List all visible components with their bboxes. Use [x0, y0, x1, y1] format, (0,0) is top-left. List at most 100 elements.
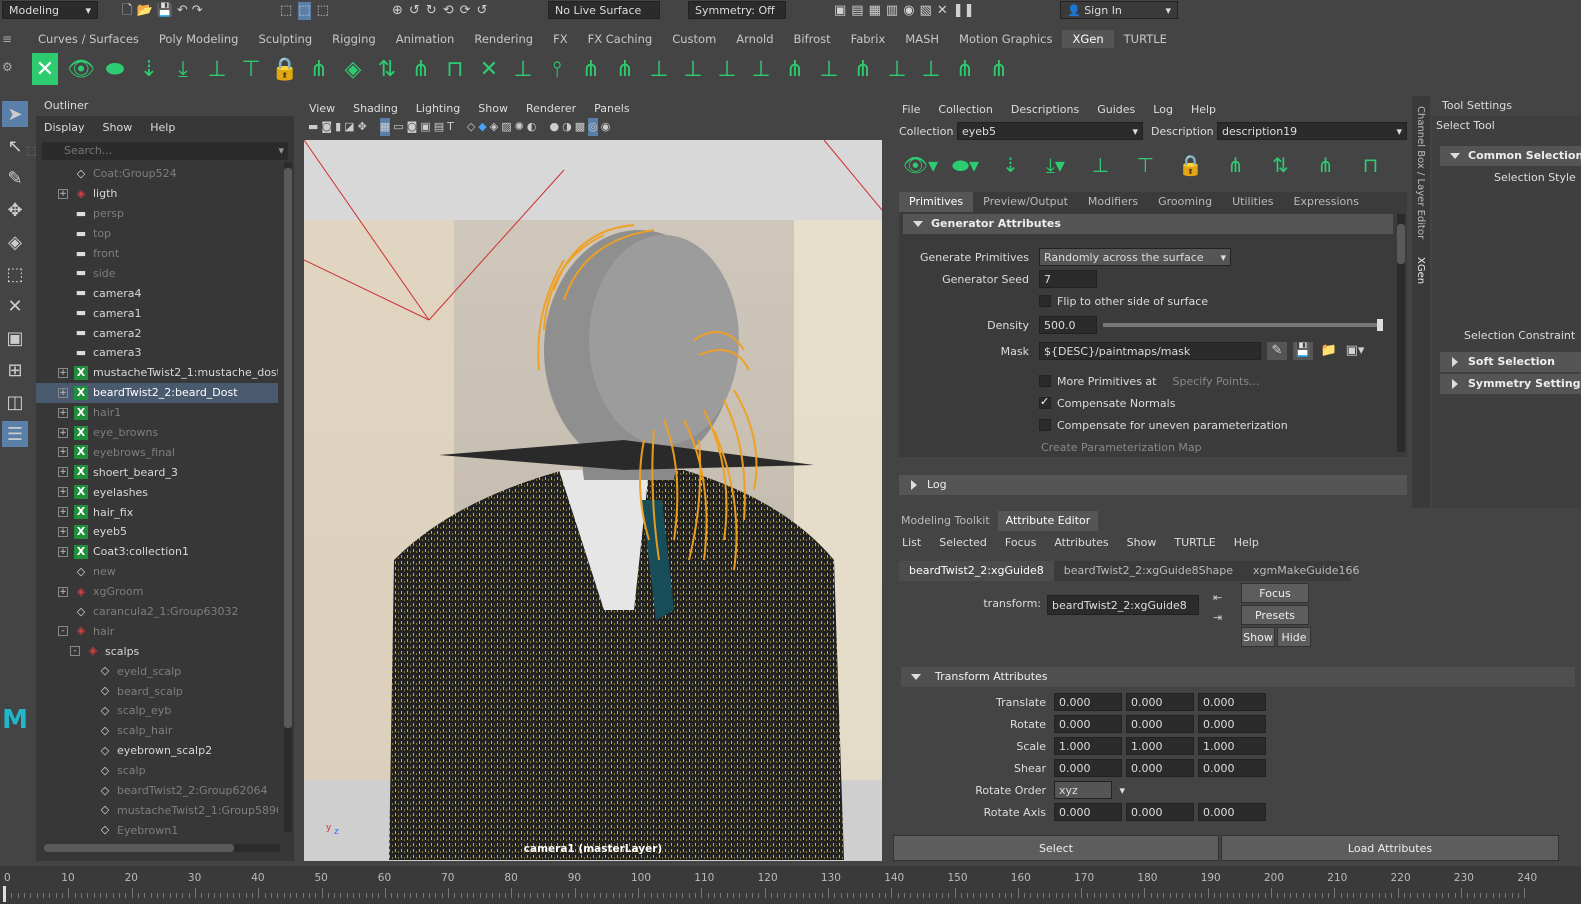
expand-icon[interactable]: +: [58, 507, 68, 518]
rotate-axis-y[interactable]: 0.000: [1126, 803, 1194, 821]
snap-misc-icon[interactable]: ↺: [477, 2, 488, 20]
ae-menu-help[interactable]: Help: [1225, 536, 1268, 549]
ae-menu-list[interactable]: List: [893, 536, 930, 549]
xgen-tool-9-icon[interactable]: ⋔: [302, 53, 336, 85]
xgen-side-tab[interactable]: XGen: [1415, 257, 1426, 284]
outliner-search-input[interactable]: [64, 144, 264, 157]
outliner-item[interactable]: + Xshoert_beard_3: [56, 462, 278, 482]
expand-icon[interactable]: +: [58, 526, 68, 537]
outliner-item[interactable]: ◇ Eyebrown1: [56, 820, 278, 840]
wire-on-shaded-icon[interactable]: ◈: [490, 118, 498, 136]
collection-dropdown[interactable]: eyeb5 ▾: [957, 122, 1143, 140]
outliner-menu-help[interactable]: Help: [150, 121, 175, 134]
xgen-panel-tool-9-icon[interactable]: ⇅: [1259, 149, 1302, 181]
select-object-icon[interactable]: ⬚: [298, 2, 311, 20]
render-settings-icon[interactable]: ▥: [886, 2, 898, 20]
outliner-item[interactable]: + Xeyebrows_final: [56, 442, 278, 462]
shelf-tab[interactable]: Poly Modeling: [149, 30, 249, 48]
soft-selection-header[interactable]: Soft Selection: [1440, 352, 1581, 372]
outliner-item[interactable]: ▬ persp: [56, 204, 278, 224]
expand-icon[interactable]: +: [58, 387, 68, 398]
xgen-menu-help[interactable]: Help: [1182, 103, 1225, 116]
outliner-item[interactable]: ◇ eyebrown_scalp2: [56, 741, 278, 761]
bookmark-icon[interactable]: ▮: [335, 118, 341, 136]
rotate-x-field[interactable]: 0.000: [1054, 715, 1122, 733]
layout-outliner-icon[interactable]: ☰: [2, 421, 28, 447]
new-scene-icon[interactable]: 🗋: [122, 2, 132, 20]
shear-z-field[interactable]: 0.000: [1198, 759, 1266, 777]
ae-tab-attribute-editor[interactable]: Attribute Editor: [997, 511, 1099, 531]
focus-button[interactable]: Focus: [1241, 583, 1309, 603]
shear-y-field[interactable]: 0.000: [1126, 759, 1194, 777]
xgen-panel-tool-4-icon[interactable]: ⤓▾: [1034, 149, 1077, 181]
film-gate-icon[interactable]: ▭: [393, 118, 403, 136]
symmetry-selector[interactable]: Symmetry: Off: [688, 1, 786, 19]
open-scene-icon[interactable]: 📂: [136, 2, 152, 20]
channel-box-tab[interactable]: Channel Box / Layer Editor: [1415, 106, 1426, 239]
snap-grid-icon[interactable]: ⊕: [392, 2, 403, 20]
expand-icon[interactable]: +: [58, 467, 68, 478]
ae-menu-show[interactable]: Show: [1118, 536, 1166, 549]
ao-icon[interactable]: ●: [549, 118, 559, 136]
shelf-tab[interactable]: Custom: [662, 30, 726, 48]
outliner-item[interactable]: + XbeardTwist2_2:beard_Dost: [36, 382, 278, 403]
outliner-scrollbar[interactable]: [284, 162, 292, 832]
xgen-tool-16-icon[interactable]: ⫯: [540, 53, 574, 85]
log-header[interactable]: Log: [899, 475, 1407, 495]
common-selection-header[interactable]: Common Selection: [1440, 146, 1581, 166]
aa-icon[interactable]: ▩: [575, 118, 585, 136]
xgen-tool-3-icon[interactable]: ⬬: [98, 53, 132, 85]
xgen-tab-primitives[interactable]: Primitives: [899, 192, 974, 212]
create-param-map-button[interactable]: Create Parameterization Map: [1041, 441, 1202, 454]
xgen-panel-tool-2-icon[interactable]: ⬬▾: [944, 149, 987, 181]
render-frame-icon[interactable]: ▤: [851, 2, 863, 20]
transform-icon-b[interactable]: ⇥: [1213, 611, 1222, 624]
outliner-item[interactable]: ▬ side: [56, 263, 278, 283]
xgen-tool-26-icon[interactable]: ⊥: [880, 53, 914, 85]
outliner-item[interactable]: ◇ scalp_eyb: [56, 701, 278, 721]
select-button[interactable]: Select: [893, 835, 1219, 861]
scale-x-field[interactable]: 1.000: [1054, 737, 1122, 755]
arnold-render-icon[interactable]: ▧: [920, 2, 932, 20]
snap-point-icon[interactable]: ↻: [426, 2, 437, 20]
outliner-item[interactable]: ◇ beardTwist2_2:Group62064: [56, 781, 278, 801]
outliner-item[interactable]: ◇ carancula2_1:Group63032: [56, 602, 278, 622]
xgen-tool-icon[interactable]: ✕: [2, 293, 28, 319]
resolution-gate-icon[interactable]: ◙: [407, 118, 418, 136]
select-hierarchy-icon[interactable]: ⬚: [280, 2, 292, 20]
xgen-tool-23-icon[interactable]: ⋔: [778, 53, 812, 85]
move-tool-icon[interactable]: ✥: [2, 197, 28, 223]
field-chart-icon[interactable]: ▤: [434, 118, 444, 136]
rotate-tool-icon[interactable]: ◈: [2, 229, 28, 255]
xgen-scrollbar[interactable]: [1397, 214, 1405, 452]
outliner-item[interactable]: + ◈ xgGroom: [56, 582, 278, 602]
xgen-tool-22-icon[interactable]: ⊥: [744, 53, 778, 85]
compensate-normals-checkbox[interactable]: [1039, 395, 1051, 409]
expand-icon[interactable]: +: [58, 447, 68, 458]
pause-icon[interactable]: ❚❚: [953, 2, 975, 20]
shelf-tab[interactable]: Arnold: [726, 30, 783, 48]
mask-field[interactable]: ${DESC}/paintmaps/mask: [1039, 342, 1261, 360]
outliner-hscrollbar[interactable]: [44, 844, 280, 852]
presets-button[interactable]: Presets: [1241, 605, 1309, 625]
ae-node-tab[interactable]: xgmMakeGuide166: [1243, 561, 1369, 581]
xgen-tab-utilities[interactable]: Utilities: [1222, 192, 1283, 212]
shelf-menu-icon[interactable]: ≡ ⚙: [2, 32, 22, 92]
ae-menu-selected[interactable]: Selected: [930, 536, 996, 549]
viewport-menu-panels[interactable]: Panels: [585, 102, 638, 115]
gate-mask-icon[interactable]: ▣: [420, 118, 430, 136]
scale-tool-icon[interactable]: ⬚: [2, 261, 28, 287]
paint-mask-icon[interactable]: ✎: [1267, 342, 1287, 360]
outliner-item[interactable]: - ◈ hair: [56, 621, 278, 641]
rotate-z-field[interactable]: 0.000: [1198, 715, 1266, 733]
snap-view-icon[interactable]: ⟲: [443, 2, 454, 20]
outliner-item[interactable]: ▬ camera2: [56, 323, 278, 343]
shelf-tab[interactable]: Rendering: [464, 30, 543, 48]
outliner-item[interactable]: + Xhair_fix: [56, 502, 278, 522]
safe-title-icon[interactable]: T: [447, 118, 454, 136]
xray-icon[interactable]: ◉: [601, 118, 611, 136]
expand-icon[interactable]: +: [58, 586, 68, 597]
camera-lock-icon[interactable]: ◙: [321, 118, 332, 136]
shelf-tab[interactable]: Bifrost: [784, 30, 841, 48]
ipr-render-icon[interactable]: ▦: [869, 2, 881, 20]
